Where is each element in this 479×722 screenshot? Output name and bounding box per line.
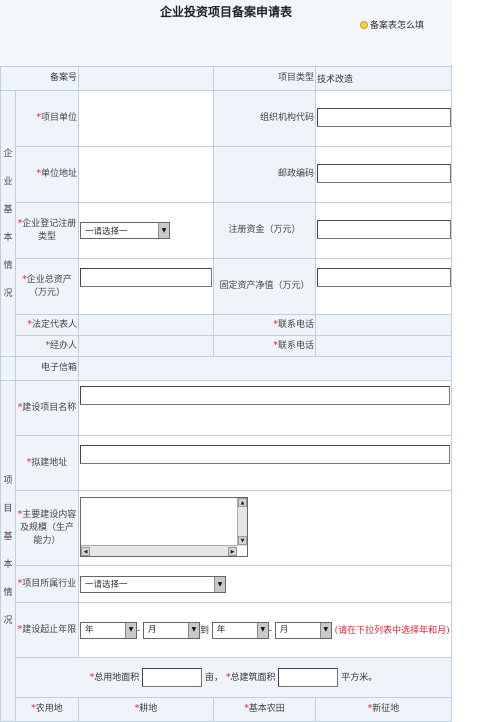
contact-phone-label: 联系电话 <box>278 319 315 330</box>
email-field[interactable] <box>78 356 453 381</box>
postal-code-input[interactable] <box>317 163 452 183</box>
reg-type-select[interactable]: 一请选择一 ▼ <box>80 222 171 239</box>
fixed-assets-label: 固定资产净值（万元） <box>213 258 317 315</box>
land-area-label: 总用地面积 <box>94 673 140 683</box>
end-year-value: 年 <box>216 625 226 635</box>
reg-capital-label: 注册资金（万元） <box>213 202 317 259</box>
arable-label: 耕地 <box>139 704 158 714</box>
email-label: 电子信箱 <box>14 356 80 381</box>
project-unit-field[interactable] <box>78 90 215 147</box>
lightbulb-icon <box>359 21 368 29</box>
start-month-select[interactable]: 月 ▼ <box>142 621 200 639</box>
main-content-label: 主要建设内容及规模（生产能力） <box>20 509 77 546</box>
dash-text: - <box>137 625 141 636</box>
chevron-down-icon: ▼ <box>125 622 137 638</box>
help-link-label: 备案表怎么填 <box>369 21 424 31</box>
record-form: 备案号 项目类型 技术改造 企业基本情况 *项目单位 组织机构代码 *单位地址 … <box>0 66 453 722</box>
reg-type-label: 企业登记注册类型 <box>22 218 77 242</box>
project-type-value: 技术改造 <box>315 66 453 91</box>
build-address-label: 拟建地址 <box>31 457 68 468</box>
main-content-textarea[interactable]: ▲ ▼ ◀ ▶ <box>80 496 249 557</box>
industry-value: 一请选择一 <box>85 580 128 590</box>
contact-phone-field[interactable] <box>315 314 453 336</box>
chevron-down-icon: ▼ <box>187 622 199 638</box>
total-assets-input[interactable] <box>80 268 213 287</box>
total-assets-label: 企业总资产（万元） <box>26 274 72 298</box>
legal-rep-label: 法定代表人 <box>32 319 78 330</box>
reg-capital-input[interactable] <box>317 219 452 239</box>
chevron-down-icon: ▼ <box>158 223 170 238</box>
to-text: 到 <box>199 625 209 636</box>
period-label: 建设起止年限 <box>22 624 77 635</box>
project-section-label: 项目基本情况 <box>0 380 16 722</box>
end-month-select[interactable]: 月 ▼ <box>274 621 332 639</box>
record-no-value <box>78 66 215 91</box>
page-header: 企业投资项目备案申请表 备案表怎么填 <box>0 0 452 66</box>
reg-type-value: 一请选择一 <box>85 226 128 237</box>
building-area-label: 总建筑面积 <box>230 673 276 683</box>
record-no-label: 备案号 <box>0 66 80 91</box>
postal-code-label: 邮政编码 <box>213 146 317 203</box>
farmland-label: 农用地 <box>35 704 63 714</box>
enterprise-section-text: 企业基本情况 <box>3 148 13 299</box>
start-year-select[interactable]: 年 ▼ <box>80 621 138 639</box>
scroll-left-icon[interactable]: ◀ <box>81 546 91 556</box>
fixed-assets-input[interactable] <box>317 268 452 287</box>
dash-text: - <box>268 625 272 636</box>
industry-label: 项目所属行业 <box>22 578 77 589</box>
basic-farmland-label: 基本农田 <box>248 704 285 714</box>
end-month-value: 月 <box>279 625 289 635</box>
legal-rep-field[interactable] <box>78 314 215 336</box>
help-link[interactable]: 备案表怎么填 <box>359 18 424 31</box>
org-code-label: 组织机构代码 <box>213 90 317 147</box>
chevron-down-icon: ▼ <box>214 576 226 592</box>
land-area-input[interactable] <box>142 668 203 687</box>
building-unit: 平方米。 <box>341 673 378 683</box>
project-type-label: 项目类型 <box>213 66 317 91</box>
unit-address-label: 单位地址 <box>41 169 78 179</box>
build-address-input[interactable] <box>80 445 451 464</box>
email-row-spacer <box>0 356 16 381</box>
land-unit: 亩， <box>205 673 224 683</box>
org-code-input[interactable] <box>317 107 452 127</box>
industry-select[interactable]: 一请选择一 ▼ <box>80 575 227 593</box>
building-area-input[interactable] <box>278 668 339 687</box>
scroll-down-icon[interactable]: ▼ <box>238 535 248 545</box>
scroll-right-icon[interactable]: ▶ <box>228 546 238 556</box>
end-year-select[interactable]: 年 ▼ <box>211 621 269 639</box>
unit-address-field[interactable] <box>78 146 215 203</box>
contact-phone2-label: 联系电话 <box>278 340 315 351</box>
chevron-down-icon: ▼ <box>319 622 331 638</box>
enterprise-section-label: 企业基本情况 <box>0 90 16 357</box>
new-land-label: 新征地 <box>372 704 400 714</box>
project-unit-label: 项目单位 <box>41 113 78 123</box>
handler-label: 经办人 <box>50 340 78 351</box>
project-section-text: 项目基本情况 <box>3 476 13 626</box>
record-no-row: 备案号 项目类型 技术改造 <box>0 66 453 91</box>
horizontal-scrollbar[interactable] <box>81 544 238 556</box>
chevron-down-icon: ▼ <box>256 622 268 638</box>
handler-field[interactable] <box>78 335 215 357</box>
scroll-up-icon[interactable]: ▲ <box>238 497 248 507</box>
start-month-value: 月 <box>147 625 157 635</box>
start-year-value: 年 <box>85 625 94 635</box>
project-name-label: 建设项目名称 <box>22 402 77 413</box>
contact-phone2-field[interactable] <box>315 335 453 357</box>
project-name-input[interactable] <box>80 386 451 405</box>
period-hint: (请在下拉列表中选择年和月) <box>334 625 450 636</box>
